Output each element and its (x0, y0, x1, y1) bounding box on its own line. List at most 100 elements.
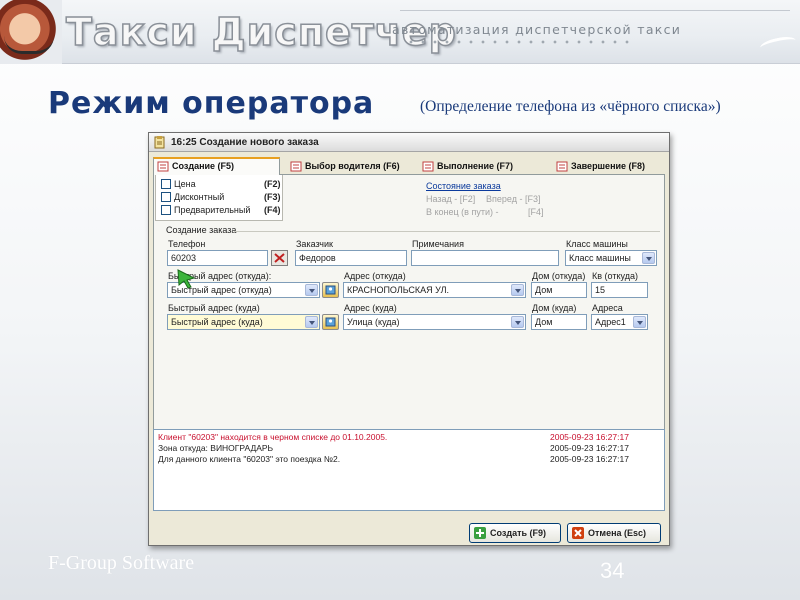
slide-note: (Определение телефона из «чёрного списка… (420, 98, 721, 115)
button-label: Создать (F9) (490, 528, 547, 538)
addr-to-select[interactable]: Улица (куда) (343, 314, 526, 330)
select-value: Быстрый адрес (куда) (171, 317, 263, 327)
log-row: Зона откуда: ВИНОГРАДАРЬ 2005-09-23 16:2… (158, 443, 662, 454)
chevron-down-icon[interactable] (305, 316, 318, 328)
log-row: Клиент "60203" находится в черном списке… (158, 432, 662, 443)
driver-icon (290, 161, 302, 172)
group-divider (234, 231, 660, 232)
tab-execution[interactable]: Выполнение (F7) (419, 159, 553, 175)
phone-label: Телефон (168, 239, 206, 249)
event-log[interactable]: Клиент "60203" находится в черном списке… (153, 429, 665, 511)
nav-back-hint: Назад - [F2] (426, 194, 476, 204)
operator-avatar (0, 0, 62, 64)
cancel-button[interactable]: Отмена (Esc) (567, 523, 661, 543)
order-state-link[interactable]: Состояние заказа (426, 181, 501, 191)
select-value: Класс машины (569, 253, 631, 263)
chevron-down-icon[interactable] (305, 284, 318, 296)
chevron-down-icon[interactable] (511, 284, 524, 296)
group-title: Создание заказа (166, 225, 237, 235)
select-value: Улица (куда) (347, 317, 400, 327)
chevron-down-icon[interactable] (511, 316, 524, 328)
nav-end-hint: В конец (в пути) - (426, 207, 499, 217)
phone-input[interactable]: 60203 (167, 250, 268, 266)
tab-label: Выполнение (F7) (437, 161, 514, 171)
option-key: (F2) (264, 179, 281, 189)
window-title: 16:25 Создание нового заказа (171, 137, 319, 148)
clear-phone-button[interactable] (271, 250, 288, 266)
page-number: 34 (600, 558, 625, 583)
customer-label: Заказчик (296, 239, 333, 249)
house-to-input[interactable]: Дом (531, 314, 587, 330)
clipboard-icon (154, 136, 165, 149)
pick-to-button[interactable] (322, 314, 339, 330)
banner-swoosh-decoration (759, 34, 797, 54)
button-label: Отмена (Esc) (588, 528, 647, 538)
quick-to-label: Быстрый адрес (куда) (168, 303, 260, 313)
notes-label: Примечания (412, 239, 464, 249)
addr-to-label: Адрес (куда) (344, 303, 397, 313)
plus-icon (474, 527, 486, 539)
mouse-pointer-icon (177, 269, 196, 289)
option-key: (F3) (264, 192, 281, 202)
option-label: Предварительный (174, 205, 251, 215)
nav-forward-hint: Вперед - [F3] (486, 194, 541, 204)
close-icon (572, 527, 584, 539)
chevron-down-icon[interactable] (642, 252, 655, 264)
nav-end-key: [F4] (528, 207, 544, 217)
clear-icon (274, 253, 285, 263)
log-text: Зона откуда: ВИНОГРАДАРЬ (158, 443, 274, 453)
finish-icon (556, 161, 568, 172)
flat-from-input[interactable]: 15 (591, 282, 648, 298)
option-label: Дисконтный (174, 192, 225, 202)
addresses-label: Адреса (592, 303, 623, 313)
option-preliminary[interactable]: Предварительный (F4) (161, 204, 281, 217)
select-value: КРАСНОПОЛЬСКАЯ УЛ. (347, 285, 450, 295)
tab-label: Создание (F5) (172, 161, 235, 171)
log-time: 2005-09-23 16:27:17 (550, 443, 629, 453)
address-book-icon (325, 285, 336, 295)
create-order-icon (157, 161, 169, 172)
chevron-down-icon[interactable] (633, 316, 646, 328)
header-banner: Такси Диспетчер автоматизация диспетчерс… (0, 0, 800, 64)
option-discount[interactable]: Дисконтный (F3) (161, 191, 281, 204)
tab-driver-select[interactable]: Выбор водителя (F6) (287, 159, 419, 175)
select-value: Адрес1 (595, 317, 626, 327)
house-from-label: Дом (откуда) (532, 271, 586, 281)
create-button[interactable]: Создать (F9) (469, 523, 561, 543)
house-from-input[interactable]: Дом (531, 282, 587, 298)
tab-create[interactable]: Создание (F5) (153, 157, 280, 176)
footer-company: F-Group Software (48, 552, 195, 574)
house-to-label: Дом (куда) (532, 303, 577, 313)
log-text: Для данного клиента "60203" это поездка … (158, 454, 341, 464)
banner-divider (400, 10, 790, 11)
log-text: Клиент "60203" находится в черном списке… (158, 432, 388, 442)
address-book-icon (325, 317, 336, 327)
log-row: Для данного клиента "60203" это поездка … (158, 454, 662, 465)
log-time: 2005-09-23 16:27:17 (550, 454, 629, 464)
flat-from-label: Кв (откуда) (592, 271, 638, 281)
tab-label: Завершение (F8) (571, 161, 646, 171)
car-class-label: Класс машины (566, 239, 628, 249)
customer-input[interactable]: Федоров (295, 250, 407, 266)
order-options: Цена (F2) Дисконтный (F3) Предварительны… (155, 175, 283, 221)
addr-from-select[interactable]: КРАСНОПОЛЬСКАЯ УЛ. (343, 282, 526, 298)
order-window: 16:25 Создание нового заказа Создание (F… (148, 132, 670, 546)
option-key: (F4) (264, 205, 281, 215)
checkbox[interactable] (161, 192, 171, 202)
log-time: 2005-09-23 16:27:17 (550, 432, 629, 442)
tab-finish[interactable]: Завершение (F8) (553, 159, 663, 175)
banner-subtitle: автоматизация диспетчерской такси (392, 22, 682, 37)
quick-to-select[interactable]: Быстрый адрес (куда) (167, 314, 320, 330)
tab-label: Выбор водителя (F6) (305, 161, 400, 171)
addresses-select[interactable]: Адрес1 (591, 314, 648, 330)
notes-input[interactable] (411, 250, 559, 266)
checkbox[interactable] (161, 205, 171, 215)
option-price[interactable]: Цена (F2) (161, 178, 281, 191)
banner-dots-decoration (405, 40, 635, 44)
car-class-select[interactable]: Класс машины (565, 250, 657, 266)
option-label: Цена (174, 179, 196, 189)
window-titlebar[interactable]: 16:25 Создание нового заказа (149, 133, 669, 152)
pick-from-button[interactable] (322, 282, 339, 298)
addr-from-label: Адрес (откуда) (344, 271, 406, 281)
checkbox[interactable] (161, 179, 171, 189)
